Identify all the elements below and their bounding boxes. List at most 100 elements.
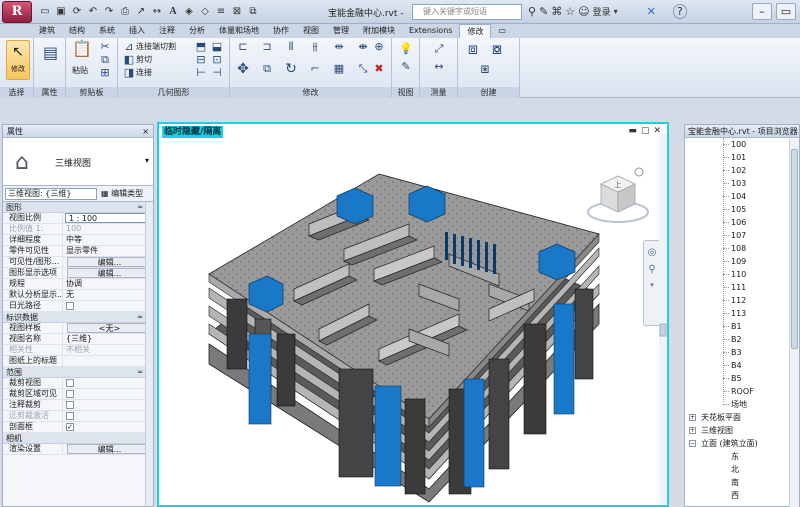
copy-element-icon[interactable]: ⧉ xyxy=(260,62,274,76)
mirror-draw-icon[interactable]: ⫵ xyxy=(308,40,322,54)
remove-paint-icon[interactable]: ⊣ xyxy=(210,66,224,80)
viewcube[interactable]: 上 xyxy=(583,164,653,234)
tab-insert[interactable]: 插入 xyxy=(122,24,152,38)
pin-icon[interactable]: ⊕ xyxy=(372,40,386,54)
tab-analyze[interactable]: 分析 xyxy=(182,24,212,38)
subscription-icon[interactable]: ✎ xyxy=(539,5,548,18)
cut-clip-icon[interactable]: ✂ xyxy=(98,40,112,54)
property-value[interactable] xyxy=(63,378,153,388)
tree-item-level[interactable]: 106 xyxy=(685,216,799,229)
tab-view[interactable]: 视图 xyxy=(296,24,326,38)
instance-filter-select[interactable]: 三维视图: {三维} xyxy=(5,188,97,200)
tab-annotate[interactable]: 注释 xyxy=(152,24,182,38)
checkbox[interactable] xyxy=(66,379,74,387)
properties-icon[interactable]: ▤ xyxy=(43,45,58,61)
checkbox[interactable] xyxy=(66,401,74,409)
checkbox[interactable] xyxy=(66,302,74,310)
collapse-icon[interactable]: ≈ xyxy=(137,367,143,378)
checkbox[interactable] xyxy=(66,390,74,398)
nav-chevron-icon[interactable]: ▾ xyxy=(644,281,660,289)
beam-join-icon[interactable]: ⊢ xyxy=(194,66,208,80)
print-icon[interactable]: ⎙ xyxy=(118,4,132,19)
tree-item-elevation[interactable]: 西 xyxy=(685,489,799,502)
browser-scrollbar[interactable] xyxy=(789,139,799,507)
property-section[interactable]: 范围 ≈ xyxy=(3,367,153,378)
panel-splitter[interactable] xyxy=(669,122,684,507)
paste-icon[interactable]: 📋 xyxy=(72,41,92,57)
tab-modify[interactable]: 修改 xyxy=(459,24,492,38)
create-group-icon[interactable]: ⧆ xyxy=(478,62,492,76)
maximize-icon[interactable]: ▭ xyxy=(776,3,796,20)
property-edit-button[interactable]: <无> xyxy=(67,323,149,333)
tab-collaborate[interactable]: 协作 xyxy=(266,24,296,38)
minimize-icon[interactable]: – xyxy=(752,3,772,20)
tab-architecture[interactable]: 建筑 xyxy=(32,24,62,38)
modify-button[interactable]: ↖ 修改 xyxy=(6,40,30,80)
property-value[interactable]: ✓ xyxy=(63,422,153,432)
section-icon[interactable]: ◇ xyxy=(198,4,212,19)
tree-item-level[interactable]: B4 xyxy=(685,359,799,372)
exchange-icon[interactable]: ⌘ xyxy=(551,5,562,18)
property-section[interactable]: 相机 xyxy=(3,433,153,444)
move-icon[interactable]: ✥ xyxy=(236,62,250,76)
close-icon[interactable]: × xyxy=(142,125,149,138)
trim-icon[interactable]: ⌐ xyxy=(308,62,322,76)
property-value[interactable]: 显示零件 xyxy=(63,246,153,256)
help-button[interactable]: ? xyxy=(672,4,687,19)
override-graphics-icon[interactable]: ✎ xyxy=(399,60,413,74)
rotate-icon[interactable]: ↻ xyxy=(284,62,298,76)
split-icon[interactable]: ⇹ xyxy=(332,40,346,54)
cut-geometry-icon[interactable]: ◧ xyxy=(122,53,136,67)
tab-addins[interactable]: 附加模块 xyxy=(356,24,402,38)
tree-item-level[interactable]: 场地 xyxy=(685,398,799,411)
tab-manage[interactable]: 管理 xyxy=(326,24,356,38)
tree-item-elevation[interactable]: 南 xyxy=(685,476,799,489)
viewport-scrollbar[interactable] xyxy=(659,134,667,504)
tree-group[interactable]: + 三维视图 xyxy=(685,424,799,437)
tree-group[interactable]: − 立面 (建筑立面) xyxy=(685,437,799,450)
property-section[interactable]: 图形 ≈ xyxy=(3,202,153,213)
tree-item-level[interactable]: 102 xyxy=(685,164,799,177)
tree-item-level[interactable]: 108 xyxy=(685,242,799,255)
property-section[interactable]: 标识数据 ≈ xyxy=(3,312,153,323)
thin-lines-icon[interactable]: ≡ xyxy=(214,4,228,19)
property-value[interactable] xyxy=(63,356,153,366)
property-value[interactable]: 无 xyxy=(63,290,153,300)
tree-item-elevation[interactable]: 东 xyxy=(685,450,799,463)
property-edit-button[interactable]: 编辑... xyxy=(67,268,149,278)
connect-end-cut-button[interactable]: 连接端切割 xyxy=(136,41,176,52)
delete-icon[interactable]: ✖ xyxy=(372,62,386,76)
browser-scroll-thumb[interactable] xyxy=(791,149,798,349)
dimension-tool-icon[interactable]: ↔ xyxy=(432,60,446,74)
tree-item-level[interactable]: 101 xyxy=(685,151,799,164)
switch-windows-icon[interactable]: ⧉ xyxy=(246,4,260,19)
tab-structure[interactable]: 结构 xyxy=(62,24,92,38)
tree-item-level[interactable]: 107 xyxy=(685,229,799,242)
property-value[interactable]: 协调 xyxy=(63,279,153,289)
text-icon[interactable]: A xyxy=(166,4,180,19)
split-gap-icon[interactable]: ⇼ xyxy=(356,40,370,54)
autodesk-exchange-icon[interactable]: ✕ xyxy=(647,5,656,18)
chevron-down-icon[interactable]: ▾ xyxy=(614,7,618,16)
tree-item-level[interactable]: B5 xyxy=(685,372,799,385)
collapse-icon[interactable]: ≈ xyxy=(137,312,143,323)
tree-item-level[interactable]: 112 xyxy=(685,294,799,307)
tree-item-level[interactable]: B2 xyxy=(685,333,799,346)
align-icon[interactable]: ⊏ xyxy=(236,40,250,54)
measure-icon[interactable]: ↗ xyxy=(134,4,148,19)
array-icon[interactable]: ▦ xyxy=(332,62,346,76)
edit-type-button[interactable]: ▦ 编辑类型 xyxy=(101,188,143,200)
match-type-icon[interactable]: ⊞ xyxy=(98,66,112,80)
binoculars-icon[interactable]: ⚲ xyxy=(528,5,536,18)
mirror-axis-icon[interactable]: ⫴ xyxy=(284,40,298,54)
property-edit-button[interactable]: 编辑... xyxy=(67,444,149,454)
zoom-icon[interactable]: ⚲ xyxy=(644,264,660,275)
copy-icon[interactable]: ⧉ xyxy=(98,53,112,67)
property-value[interactable] xyxy=(63,389,153,399)
tree-group[interactable]: + 天花板平面 xyxy=(685,411,799,424)
save-icon[interactable]: ▣ xyxy=(54,4,68,19)
property-value[interactable] xyxy=(63,400,153,410)
checkbox[interactable] xyxy=(66,412,74,420)
open-icon[interactable]: ▭ xyxy=(38,4,52,19)
tree-item-level[interactable]: 100 xyxy=(685,138,799,151)
